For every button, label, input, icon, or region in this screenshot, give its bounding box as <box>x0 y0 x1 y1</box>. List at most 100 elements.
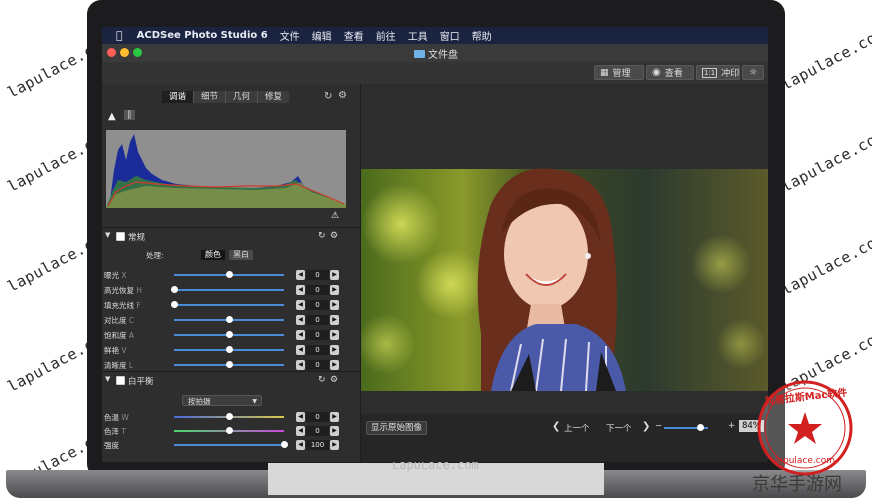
gear-icon[interactable]: ⚙ <box>330 375 338 385</box>
slider-knob[interactable] <box>225 346 233 353</box>
zoom-out-button[interactable]: − <box>655 421 662 431</box>
decrement-arrow-icon[interactable]: ◀ <box>296 360 305 370</box>
tab-tune[interactable]: 调谐 <box>162 91 195 103</box>
increment-arrow-icon[interactable]: ▶ <box>330 345 339 355</box>
mode-bw-button[interactable]: 黑白 <box>229 250 253 260</box>
chevron-left-icon[interactable]: ❮ <box>552 421 560 432</box>
decrement-arrow-icon[interactable]: ◀ <box>296 345 305 355</box>
general-section-header[interactable]: ▼ 常规 ↻ ⚙ <box>102 231 360 243</box>
value-field[interactable]: 100 <box>306 440 329 450</box>
value-field[interactable]: 0 <box>306 270 329 280</box>
mode-color-button[interactable]: 颜色 <box>201 250 225 260</box>
reset-icon[interactable]: ↻ <box>318 375 326 385</box>
channel-histogram-icon[interactable]: ∥ <box>124 110 135 120</box>
menu-window[interactable]: 窗口 <box>440 28 460 43</box>
adjustment-slider[interactable] <box>174 427 284 434</box>
increment-arrow-icon[interactable]: ▶ <box>330 412 339 422</box>
bottom-bar: 显示原始图像 ❮ 上一个 下一个 ❯ − + 84% <box>361 414 768 462</box>
increment-arrow-icon[interactable]: ▶ <box>330 426 339 436</box>
apple-icon[interactable]:  <box>116 29 123 42</box>
increment-arrow-icon[interactable]: ▶ <box>330 285 339 295</box>
value-field[interactable]: 0 <box>306 300 329 310</box>
adjustment-slider[interactable] <box>174 331 284 338</box>
menu-help[interactable]: 帮助 <box>472 28 492 43</box>
value-field[interactable]: 0 <box>306 315 329 325</box>
gear-icon[interactable]: ⚙ <box>330 231 338 241</box>
slider-knob[interactable] <box>225 413 233 420</box>
decrement-arrow-icon[interactable]: ◀ <box>296 440 305 450</box>
value-field[interactable]: 0 <box>306 426 329 436</box>
collapse-arrow-icon[interactable]: ▼ <box>105 231 110 239</box>
previous-button[interactable]: 上一个 <box>564 422 590 434</box>
zoom-slider-knob[interactable] <box>697 424 705 431</box>
value-field[interactable]: 0 <box>306 285 329 295</box>
value-field[interactable]: 0 <box>306 412 329 422</box>
adjustment-slider[interactable] <box>174 316 284 323</box>
clipping-warning-icon[interactable]: ⚠ <box>331 211 339 221</box>
white-balance-section-header[interactable]: ▼ 白平衡 ↻ ⚙ <box>102 375 360 387</box>
zoom-slider[interactable] <box>664 424 708 431</box>
chevron-right-icon[interactable]: ❯ <box>642 421 650 432</box>
zoom-window-button[interactable] <box>133 48 142 57</box>
increment-arrow-icon[interactable]: ▶ <box>330 300 339 310</box>
decrement-arrow-icon[interactable]: ◀ <box>296 315 305 325</box>
adjustment-slider[interactable] <box>170 301 284 308</box>
close-window-button[interactable] <box>107 48 116 57</box>
white-balance-dropdown[interactable]: 按拍摄 ▼ <box>182 395 262 406</box>
increment-arrow-icon[interactable]: ▶ <box>330 440 339 450</box>
develop-panel: 调谐 细节 几何 修复 ↻ ⚙ ▲ ∥ ⚠ ▼ 常规 ↻ ⚙ 处理: 颜色 黑白… <box>102 84 361 462</box>
decrement-arrow-icon[interactable]: ◀ <box>296 270 305 280</box>
reset-icon[interactable]: ↻ <box>318 231 326 241</box>
menu-tools[interactable]: 工具 <box>408 28 428 43</box>
increment-arrow-icon[interactable]: ▶ <box>330 270 339 280</box>
zoom-in-button[interactable]: + <box>728 421 735 431</box>
view-button[interactable]: ◉ 查看 <box>646 65 694 80</box>
tab-geometry[interactable]: 几何 <box>226 91 259 103</box>
slider-knob[interactable] <box>170 301 178 308</box>
adjustment-slider[interactable] <box>174 413 284 420</box>
menu-edit[interactable]: 编辑 <box>312 28 332 43</box>
menu-go[interactable]: 前往 <box>376 28 396 43</box>
decrement-arrow-icon[interactable]: ◀ <box>296 285 305 295</box>
decrement-arrow-icon[interactable]: ◀ <box>296 300 305 310</box>
menu-file[interactable]: 文件 <box>280 28 300 43</box>
histogram-icon[interactable]: ▲ <box>108 111 116 122</box>
menu-app-name[interactable]: ACDSee Photo Studio 6 <box>137 30 268 41</box>
menu-view[interactable]: 查看 <box>344 28 364 43</box>
adjustment-slider[interactable] <box>170 286 284 293</box>
adjustment-slider[interactable] <box>174 441 288 448</box>
general-enable-checkbox[interactable] <box>116 232 125 241</box>
adjustment-slider[interactable] <box>174 271 284 278</box>
slider-knob[interactable] <box>225 331 233 338</box>
adjustment-slider[interactable] <box>174 361 284 368</box>
gear-icon[interactable]: ⚙ <box>338 90 347 101</box>
reset-icon[interactable]: ↻ <box>324 91 332 102</box>
slider-knob[interactable] <box>170 286 178 293</box>
slider-knob[interactable] <box>225 316 233 323</box>
show-original-button[interactable]: 显示原始图像 <box>366 421 428 435</box>
tab-repair[interactable]: 修复 <box>258 91 289 103</box>
increment-arrow-icon[interactable]: ▶ <box>330 315 339 325</box>
slider-knob[interactable] <box>225 427 233 434</box>
decrement-arrow-icon[interactable]: ◀ <box>296 412 305 422</box>
value-field[interactable]: 0 <box>306 360 329 370</box>
increment-arrow-icon[interactable]: ▶ <box>330 330 339 340</box>
minimize-window-button[interactable] <box>120 48 129 57</box>
collapse-arrow-icon[interactable]: ▼ <box>105 375 110 383</box>
decrement-arrow-icon[interactable]: ◀ <box>296 330 305 340</box>
slider-knob[interactable] <box>225 361 233 368</box>
slider-knob[interactable] <box>280 441 288 448</box>
increment-arrow-icon[interactable]: ▶ <box>330 360 339 370</box>
value-field[interactable]: 0 <box>306 345 329 355</box>
adjustment-slider[interactable] <box>174 346 284 353</box>
print-button[interactable]: 1:1 冲印 <box>696 65 740 80</box>
next-button[interactable]: 下一个 <box>606 422 632 434</box>
process-label: 处理: <box>146 251 164 260</box>
manage-button[interactable]: ▦ 管理 <box>594 65 644 80</box>
value-field[interactable]: 0 <box>306 330 329 340</box>
slider-knob[interactable] <box>225 271 233 278</box>
decrement-arrow-icon[interactable]: ◀ <box>296 426 305 436</box>
tab-detail[interactable]: 细节 <box>194 91 227 103</box>
edit-mode-button[interactable]: ☼ <box>742 65 764 80</box>
white-balance-enable-checkbox[interactable] <box>116 376 125 385</box>
